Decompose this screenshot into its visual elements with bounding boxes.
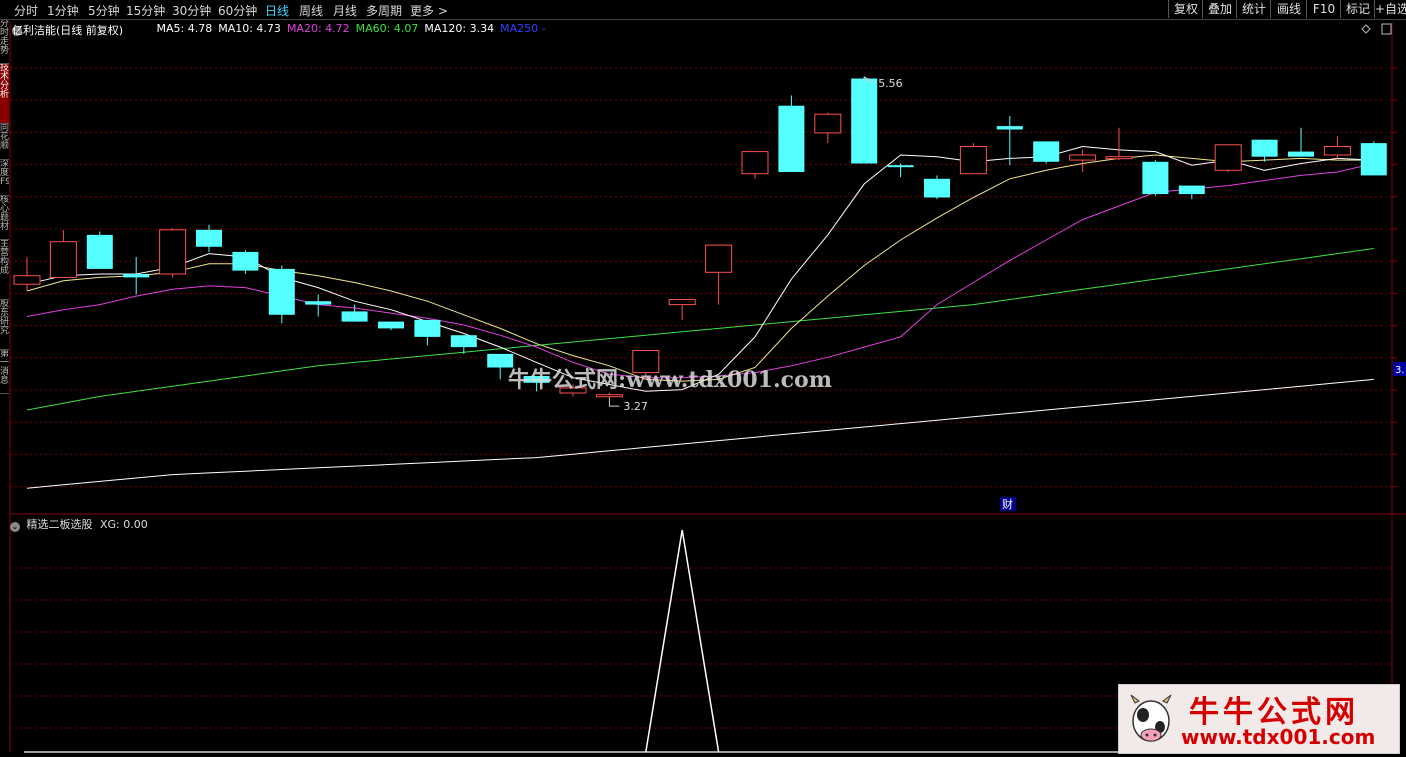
- candle-body-down: [268, 268, 295, 315]
- indicator-signal-line: [645, 529, 720, 753]
- cow-mascot-icon: [1130, 694, 1172, 742]
- period-tab-3[interactable]: 15分钟: [126, 2, 165, 19]
- ma-legend-item-2: MA20: 4.72: [286, 22, 350, 35]
- candle-body-down: [450, 335, 477, 348]
- period-tab-5[interactable]: 60分钟: [218, 2, 257, 19]
- ma120-line: [26, 378, 1374, 489]
- candle-body-down: [1360, 143, 1387, 176]
- candle-body-up: [1214, 144, 1242, 171]
- candle-body-down: [778, 105, 805, 172]
- candle-body-down: [414, 319, 441, 337]
- period-tab-0[interactable]: 分时: [14, 2, 38, 19]
- toolbar-button-4[interactable]: F10: [1306, 0, 1341, 18]
- candle-body-up: [159, 229, 187, 275]
- stock-title: 亿利洁能(日线 前复权): [12, 24, 124, 37]
- candle-body-down: [996, 126, 1023, 130]
- candle-body-down: [378, 321, 404, 329]
- period-tab-6[interactable]: 日线: [265, 2, 289, 19]
- period-tab-2[interactable]: 5分钟: [88, 2, 120, 19]
- ma-legend-item-0: MA5: 4.78: [156, 22, 213, 35]
- candle-body-down: [1033, 141, 1060, 162]
- price-tag: 3.: [1395, 365, 1405, 376]
- low-price-label: 3.27: [623, 400, 648, 413]
- candle-body-down: [86, 234, 113, 269]
- toolbar-button-1[interactable]: 叠加: [1202, 0, 1237, 18]
- candle-body-up: [668, 299, 696, 306]
- ma5-line: [26, 145, 1374, 392]
- candle-body-down: [851, 78, 878, 164]
- ma20-line: [26, 163, 1374, 379]
- panel-toggle-icon: [1381, 23, 1392, 35]
- diamond-icon: [1361, 24, 1371, 34]
- period-tab-4[interactable]: 30分钟: [172, 2, 211, 19]
- ma10-line: [26, 154, 1374, 382]
- candle-body-up: [959, 146, 987, 175]
- period-toolbar: 分时 1分钟 5分钟 15分钟 30分钟 60分钟 日线 周线 月线 多周期 更多 > 复权 叠加 统计画…: [0, 0, 1406, 20]
- period-tab-8[interactable]: 月线: [333, 2, 357, 19]
- candle-body-down: [924, 178, 950, 198]
- indicator-value: XG: 0.00: [100, 518, 148, 531]
- collapse-icon[interactable]: ⌄: [10, 522, 20, 532]
- candle-body-up: [1323, 146, 1351, 156]
- ma-legend-item-1: MA10: 4.73: [218, 22, 281, 35]
- candle-body-down: [196, 229, 222, 247]
- period-tab-1[interactable]: 1分钟: [47, 2, 79, 19]
- logo-url: www.tdx001.com: [1181, 725, 1376, 749]
- candle-body-down: [232, 251, 259, 271]
- candle-body-down: [1251, 139, 1278, 157]
- watermark: 牛牛公式网:www.tdx001.com: [508, 367, 832, 393]
- toolbar-button-6[interactable]: +自选: [1374, 0, 1406, 18]
- ma-legend-item-5: MA250 -: [500, 22, 546, 35]
- candle-body-down: [305, 301, 332, 305]
- indicator-title: 精选二板选股: [26, 518, 93, 531]
- finance-marker: 财: [1002, 497, 1013, 511]
- indicator-legend: ⌄ 精选二板选股 XG: 0.00: [10, 516, 148, 532]
- period-tab-7[interactable]: 周线: [299, 2, 323, 19]
- toolbar-button-0[interactable]: 复权: [1168, 0, 1203, 18]
- candle-body-down: [341, 311, 368, 322]
- candle-body-up: [741, 151, 769, 175]
- candle-body-up: [814, 113, 842, 134]
- period-tab-9[interactable]: 多周期: [366, 2, 402, 19]
- ma-legend-item-3: MA60: 4.07: [355, 22, 419, 35]
- site-logo: 牛牛公式网 www.tdx001.com: [1118, 684, 1400, 754]
- candle-body-up: [705, 244, 733, 273]
- candle-body-up: [13, 275, 41, 285]
- candle-body-down: [1288, 151, 1314, 157]
- candle-body-up: [595, 394, 623, 398]
- candle-body-up: [1069, 154, 1097, 161]
- low-marker-arrow: [608, 398, 620, 407]
- candle-body-down: [887, 165, 914, 168]
- toolbar-button-5[interactable]: 标记: [1340, 0, 1375, 18]
- toolbar-button-3[interactable]: 画线: [1270, 0, 1307, 18]
- period-tab-10[interactable]: 更多 >: [410, 2, 448, 19]
- candle-body-down: [123, 274, 150, 278]
- high-price-label: 5.56: [878, 77, 903, 90]
- ma-legend-item-4: MA120: 3.34: [424, 22, 495, 35]
- candle-body-up: [49, 241, 77, 278]
- candle-body-down: [1178, 185, 1205, 195]
- candle-body-down: [1142, 161, 1169, 195]
- toolbar-button-2[interactable]: 统计: [1236, 0, 1271, 18]
- candle-body-up: [1105, 156, 1133, 160]
